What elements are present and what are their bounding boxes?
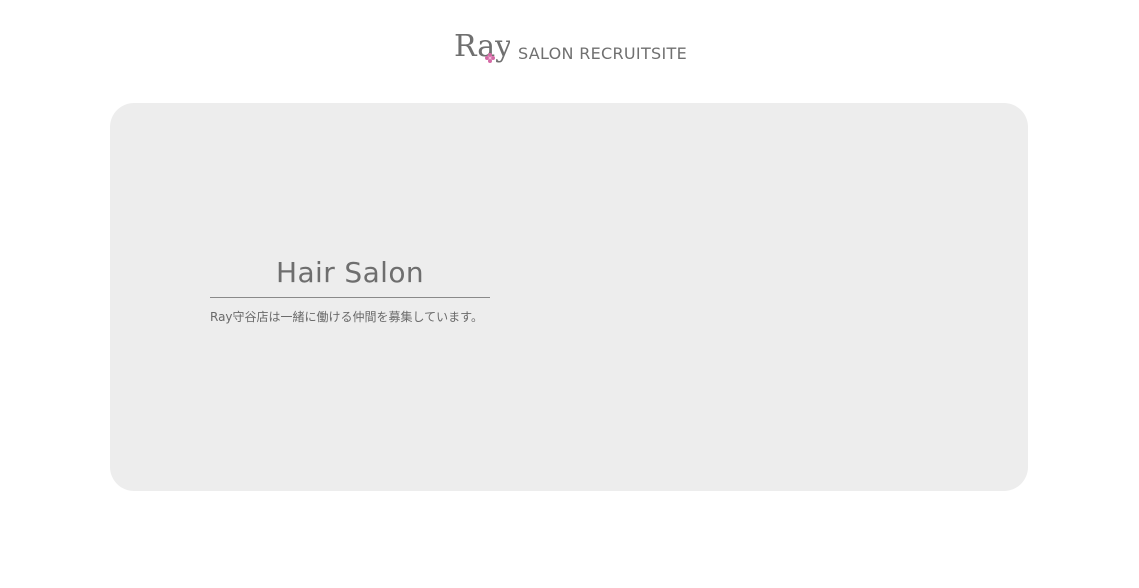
ray-logo-graphic: Ray: [454, 29, 510, 64]
hero-title: Hair Salon: [276, 256, 424, 289]
logo-link[interactable]: Ray SALON RECRUITSITE: [454, 28, 687, 74]
site-header: Ray SALON RECRUITSITE: [0, 28, 1139, 74]
hero-divider: [210, 297, 490, 298]
logo-text: Ray: [454, 29, 510, 64]
site-subtitle: SALON RECRUITSITE: [518, 43, 687, 63]
hero-panel: Hair Salon Ray守谷店は一緒に働ける仲間を募集しています。: [110, 103, 1028, 491]
hero-description: Ray守谷店は一緒に働ける仲間を募集しています。: [210, 310, 483, 324]
ray-logo: Ray: [454, 28, 510, 74]
